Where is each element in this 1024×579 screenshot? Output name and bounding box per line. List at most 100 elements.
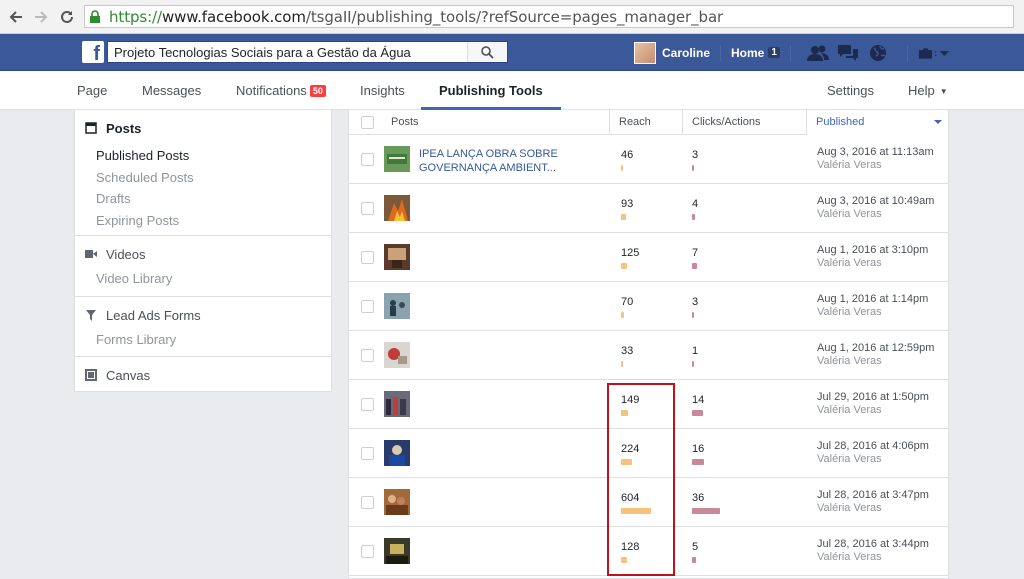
caret-down-icon: ▼ [939, 87, 948, 96]
clicks-value: 14 [692, 394, 705, 406]
table-row[interactable]: 70 3 Aug 1, 2016 at 1:14pm Valéria Veras [349, 282, 948, 331]
sidebar-head-posts[interactable]: Posts [85, 120, 331, 136]
top-bar-right: Caroline Home 1 [634, 34, 958, 71]
clicks-bar [692, 410, 703, 416]
author-name: Valéria Veras [817, 306, 882, 318]
sidebar-head-videos[interactable]: Videos [85, 246, 331, 262]
sidebar-item-video-library[interactable]: Video Library [85, 268, 331, 290]
clicks-value: 7 [692, 247, 699, 259]
published-date-link[interactable]: Jul 28, 2016 at 4:06pm [817, 439, 929, 453]
clicks-value: 36 [692, 492, 705, 504]
back-arrow-icon[interactable] [4, 5, 28, 29]
published-date-link[interactable]: Aug 3, 2016 at 10:49am [817, 194, 934, 208]
author-name: Valéria Veras [817, 208, 882, 220]
tab-notifications[interactable]: Notifications 50 [236, 71, 326, 110]
tab-insights[interactable]: Insights [360, 71, 405, 110]
published-date-link[interactable]: Aug 1, 2016 at 12:59pm [817, 341, 934, 355]
post-thumbnail[interactable] [384, 489, 410, 515]
sidebar-head-canvas[interactable]: Canvas [85, 367, 331, 383]
sidebar-head-lead-ads[interactable]: Lead Ads Forms [85, 307, 331, 323]
post-thumbnail[interactable] [384, 244, 410, 270]
clicks-value: 1 [692, 345, 699, 357]
tab-notifications-label: Notifications [236, 83, 307, 98]
sidebar-head-videos-label: Videos [106, 246, 146, 262]
published-date-link[interactable]: Aug 1, 2016 at 1:14pm [817, 292, 928, 306]
row-checkbox[interactable] [361, 447, 374, 460]
sidebar-section-videos: Videos Video Library [75, 236, 331, 297]
published-date-link[interactable]: Jul 28, 2016 at 3:47pm [817, 488, 929, 502]
sidebar-head-posts-label: Posts [106, 120, 142, 136]
avatar[interactable] [634, 41, 656, 64]
search-icon [481, 45, 494, 59]
notifications-count-badge: 50 [309, 85, 326, 97]
table-row[interactable]: 33 1 Aug 1, 2016 at 12:59pm Valéria Veras [349, 331, 948, 380]
sidebar-item-expiring-posts[interactable]: Expiring Posts [85, 210, 331, 232]
lock-icon [89, 9, 103, 24]
published-date-link[interactable]: Aug 3, 2016 at 11:13am [817, 145, 934, 159]
sidebar-item-forms-library[interactable]: Forms Library [85, 329, 331, 351]
column-header-published[interactable]: Published [806, 110, 948, 135]
post-thumbnail[interactable] [384, 342, 410, 368]
reach-bar [621, 214, 626, 220]
tab-publishing-tools[interactable]: Publishing Tools [421, 71, 561, 110]
post-thumbnail[interactable] [384, 391, 410, 417]
table-row[interactable]: 125 7 Aug 1, 2016 at 3:10pm Valéria Veras [349, 233, 948, 282]
canvas-icon [85, 369, 97, 381]
table-row[interactable]: IPEA LANÇA OBRA SOBRE GOVERNANÇA AMBIENT… [349, 135, 948, 184]
table-row[interactable]: 93 4 Aug 3, 2016 at 10:49am Valéria Veras [349, 184, 948, 233]
row-checkbox[interactable] [361, 202, 374, 215]
author-name: Valéria Veras [817, 404, 882, 416]
post-thumbnail[interactable] [384, 195, 410, 221]
published-date-link[interactable]: Jul 28, 2016 at 3:44pm [817, 537, 929, 551]
row-checkbox[interactable] [361, 349, 374, 362]
column-header-clicks[interactable]: Clicks/Actions [682, 110, 806, 135]
search-input[interactable] [108, 42, 467, 62]
post-thumbnail[interactable] [384, 146, 410, 172]
tab-messages[interactable]: Messages [142, 71, 201, 110]
post-title-link[interactable]: IPEA LANÇA OBRA SOBRE GOVERNANÇA AMBIENT… [419, 147, 569, 175]
url-path: /tsgaII/publishing_tools/?refSource=page… [305, 7, 724, 26]
sidebar-item-drafts[interactable]: Drafts [85, 188, 331, 210]
post-thumbnail[interactable] [384, 440, 410, 466]
post-thumbnail[interactable] [384, 293, 410, 319]
column-header-posts[interactable]: Posts [391, 110, 609, 135]
reload-icon[interactable] [55, 5, 79, 29]
tab-page[interactable]: Page [77, 71, 107, 110]
friend-requests-icon[interactable] [806, 42, 829, 64]
search-button[interactable] [467, 42, 507, 62]
author-name: Valéria Veras [817, 453, 882, 465]
row-checkbox[interactable] [361, 251, 374, 264]
row-checkbox[interactable] [361, 300, 374, 313]
column-header-reach[interactable]: Reach [609, 110, 682, 135]
messages-icon[interactable] [837, 42, 859, 64]
publishing-tools-sidebar: Posts Published Posts Scheduled Posts Dr… [74, 110, 332, 392]
published-date-link[interactable]: Aug 1, 2016 at 3:10pm [817, 243, 928, 257]
profile-name-link[interactable]: Caroline [662, 46, 710, 60]
account-menu-icon[interactable] [918, 42, 950, 64]
tab-help-label: Help [908, 83, 935, 98]
video-camera-icon [85, 248, 97, 260]
sidebar-section-lead-ads: Lead Ads Forms Forms Library [75, 297, 331, 357]
reach-bar [621, 312, 624, 318]
tab-settings[interactable]: Settings [827, 71, 874, 110]
address-bar[interactable]: https://www.facebook.com/tsgaII/publishi… [84, 5, 1014, 28]
row-checkbox[interactable] [361, 496, 374, 509]
reach-value: 70 [621, 296, 634, 308]
row-checkbox[interactable] [361, 153, 374, 166]
published-date-link[interactable]: Jul 29, 2016 at 1:50pm [817, 390, 929, 404]
home-link[interactable]: Home [731, 46, 764, 60]
select-all-checkbox[interactable] [361, 116, 374, 129]
posts-icon [85, 122, 97, 134]
row-checkbox[interactable] [361, 545, 374, 558]
row-checkbox[interactable] [361, 398, 374, 411]
post-thumbnail[interactable] [384, 538, 410, 564]
url-scheme: https:// [109, 7, 162, 26]
sidebar-section-posts: Posts Published Posts Scheduled Posts Dr… [75, 110, 331, 236]
sidebar-section-canvas: Canvas [75, 357, 331, 391]
facebook-logo-icon[interactable]: f [82, 41, 104, 65]
globe-notifications-icon[interactable] [867, 42, 889, 64]
tab-help[interactable]: Help ▼ [908, 71, 948, 110]
sidebar-item-scheduled-posts[interactable]: Scheduled Posts [85, 167, 331, 189]
forward-arrow-icon[interactable] [29, 5, 53, 29]
sidebar-item-published-posts[interactable]: Published Posts [85, 145, 331, 167]
